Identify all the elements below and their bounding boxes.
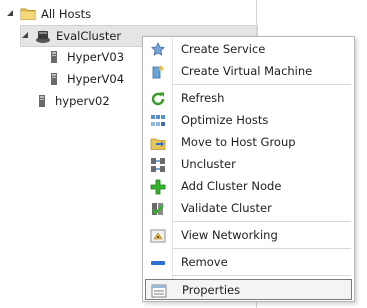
server-icon xyxy=(34,93,50,109)
menu-item-create-vm[interactable]: Create Virtual Machine xyxy=(145,61,352,82)
tree-node-host[interactable]: HyperV03 xyxy=(46,47,124,67)
view-networking-icon xyxy=(150,228,166,244)
menu-item-optimize-hosts[interactable]: Optimize Hosts xyxy=(145,110,352,131)
server-icon xyxy=(46,49,62,65)
expand-arrow-icon[interactable] xyxy=(6,9,16,19)
menu-item-uncluster[interactable]: Uncluster xyxy=(145,154,352,175)
create-service-icon xyxy=(150,42,166,58)
tree-label-host: HyperV04 xyxy=(67,72,125,86)
optimize-hosts-icon xyxy=(150,113,166,129)
refresh-icon xyxy=(150,91,166,107)
menu-item-add-cluster-node[interactable]: Add Cluster Node xyxy=(145,176,352,197)
menu-item-remove[interactable]: Remove xyxy=(145,252,352,273)
menu-item-move-to-host-group[interactable]: Move to Host Group xyxy=(145,132,352,153)
server-icon xyxy=(46,71,62,87)
menu-separator xyxy=(173,275,351,276)
menu-item-refresh[interactable]: Refresh xyxy=(145,88,352,109)
folder-icon xyxy=(20,6,36,22)
menu-separator xyxy=(173,248,351,249)
create-vm-icon xyxy=(150,64,166,80)
menu-item-validate-cluster[interactable]: Validate Cluster xyxy=(145,198,352,219)
tree-label-host: HyperV03 xyxy=(67,50,125,64)
tree-node-host[interactable]: hyperv02 xyxy=(34,91,110,111)
tree-node-all-hosts[interactable]: All Hosts xyxy=(6,4,91,24)
remove-icon xyxy=(150,255,166,271)
move-folder-icon xyxy=(150,135,166,151)
cluster-icon xyxy=(35,28,51,44)
menu-item-create-service[interactable]: Create Service xyxy=(145,39,352,60)
validate-cluster-icon xyxy=(150,201,166,217)
tree-label-host: hyperv02 xyxy=(55,94,110,108)
properties-icon xyxy=(151,283,167,299)
tree-node-host[interactable]: HyperV04 xyxy=(46,69,124,89)
menu-separator xyxy=(173,221,351,222)
expand-arrow-icon[interactable] xyxy=(21,31,31,41)
menu-item-view-networking[interactable]: View Networking xyxy=(145,225,352,246)
context-menu: Create Service Create Virtual Machine Re… xyxy=(142,36,355,302)
tree-label-evalcluster: EvalCluster xyxy=(56,29,122,43)
add-node-icon xyxy=(150,179,166,195)
uncluster-icon xyxy=(150,157,166,173)
menu-separator xyxy=(173,84,351,85)
tree-label-all-hosts: All Hosts xyxy=(41,7,92,21)
menu-item-properties[interactable]: Properties xyxy=(145,279,352,300)
